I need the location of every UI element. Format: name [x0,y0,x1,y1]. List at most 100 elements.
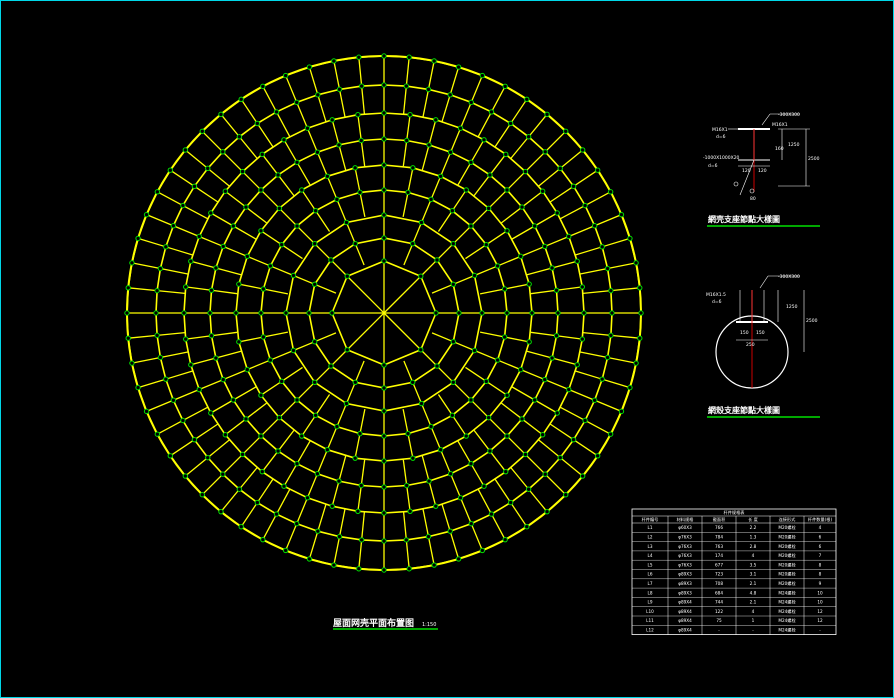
radial-member [338,455,347,482]
radial-member [573,439,599,457]
radial-member [301,189,317,212]
ball-node [468,520,474,527]
detail1-label: 1250 [788,142,800,148]
ball-node [604,265,611,272]
radial-member [383,312,422,351]
ball-node [306,64,313,70]
radial-member [314,332,337,343]
ball-node [381,82,387,88]
ball-node [258,392,264,398]
ball-node [638,310,644,316]
ball-node [570,436,577,443]
ball-node [243,204,249,210]
radial-member [137,237,167,248]
radial-member [160,351,188,359]
radial-member [207,439,230,459]
radial-member [510,98,528,124]
ball-node [281,137,287,143]
radial-member [489,153,507,176]
ball-node [314,471,321,477]
radial-member [497,359,521,371]
radial-member [453,341,475,352]
radial-member [528,488,548,513]
radial-member [544,130,567,153]
radial-member [449,473,462,499]
ball-node [153,310,159,316]
ball-node [518,253,524,260]
ball-node [282,547,289,554]
ball-node [563,492,569,498]
radial-member [275,489,291,515]
radial-member [407,167,414,193]
ball-node [599,376,605,382]
table-cell: L5 [648,562,653,567]
ball-node [404,137,410,144]
radial-member [452,381,472,401]
ball-node [403,537,410,543]
radial-member [131,262,161,270]
ball-node [525,486,532,492]
radial-member [360,459,366,486]
ball-node [504,228,510,234]
ball-node [463,187,469,193]
ball-node [481,483,487,489]
detail2-label: 250 [746,342,755,348]
ball-node [381,162,387,168]
ball-node [188,362,194,368]
radial-member [490,513,506,540]
ball-node [504,310,510,316]
ball-node [306,556,313,562]
ball-node [450,241,456,247]
radial-member [402,140,408,167]
ball-node [163,244,169,250]
radial-member [473,430,491,452]
radial-member [474,349,498,361]
ball-node [418,219,425,226]
radial-member [330,259,348,277]
ball-node [405,189,411,196]
radial-member [560,406,586,422]
radial-member [308,530,319,560]
radial-member [402,511,407,540]
ball-node [157,265,164,272]
ball-node [501,286,508,292]
table-cell: L2 [648,535,653,540]
ball-node [199,128,205,134]
radial-member [549,423,574,441]
ball-node [276,414,283,421]
detail2-label: 1250 [786,304,798,310]
radial-member [359,192,366,218]
radial-member [465,244,487,260]
ball-node [507,499,514,506]
ball-node [236,134,243,140]
radial-member [210,212,234,227]
table-cell: 10 [817,590,823,595]
radial-member [256,123,274,148]
radial-member [485,380,508,396]
ball-node [381,510,387,516]
radial-member [326,176,338,200]
table-cell: 6 [819,544,822,549]
radial-member [314,365,332,383]
radial-member [207,167,230,187]
table-cell: L9 [648,600,653,605]
radial-member [504,336,530,343]
table-header-cell: 截面积 [713,516,726,523]
ball-node [449,208,456,214]
table-header-cell: 材料规格 [677,516,695,523]
radial-member [354,243,365,266]
ball-node [283,310,289,316]
radial-member [544,235,570,248]
table-cell: φ89X4 [678,609,692,614]
ball-node [183,284,189,290]
radial-member [488,189,508,209]
ball-node [502,536,508,543]
radial-member [240,502,258,528]
ball-node [608,287,614,294]
ball-node [199,492,205,498]
table-cell: φ89X4 [678,618,692,623]
radial-member [308,66,319,96]
ball-node [352,379,358,385]
table-cell: M24螺栓 [778,589,796,596]
table-cell: M20螺栓 [778,571,796,578]
